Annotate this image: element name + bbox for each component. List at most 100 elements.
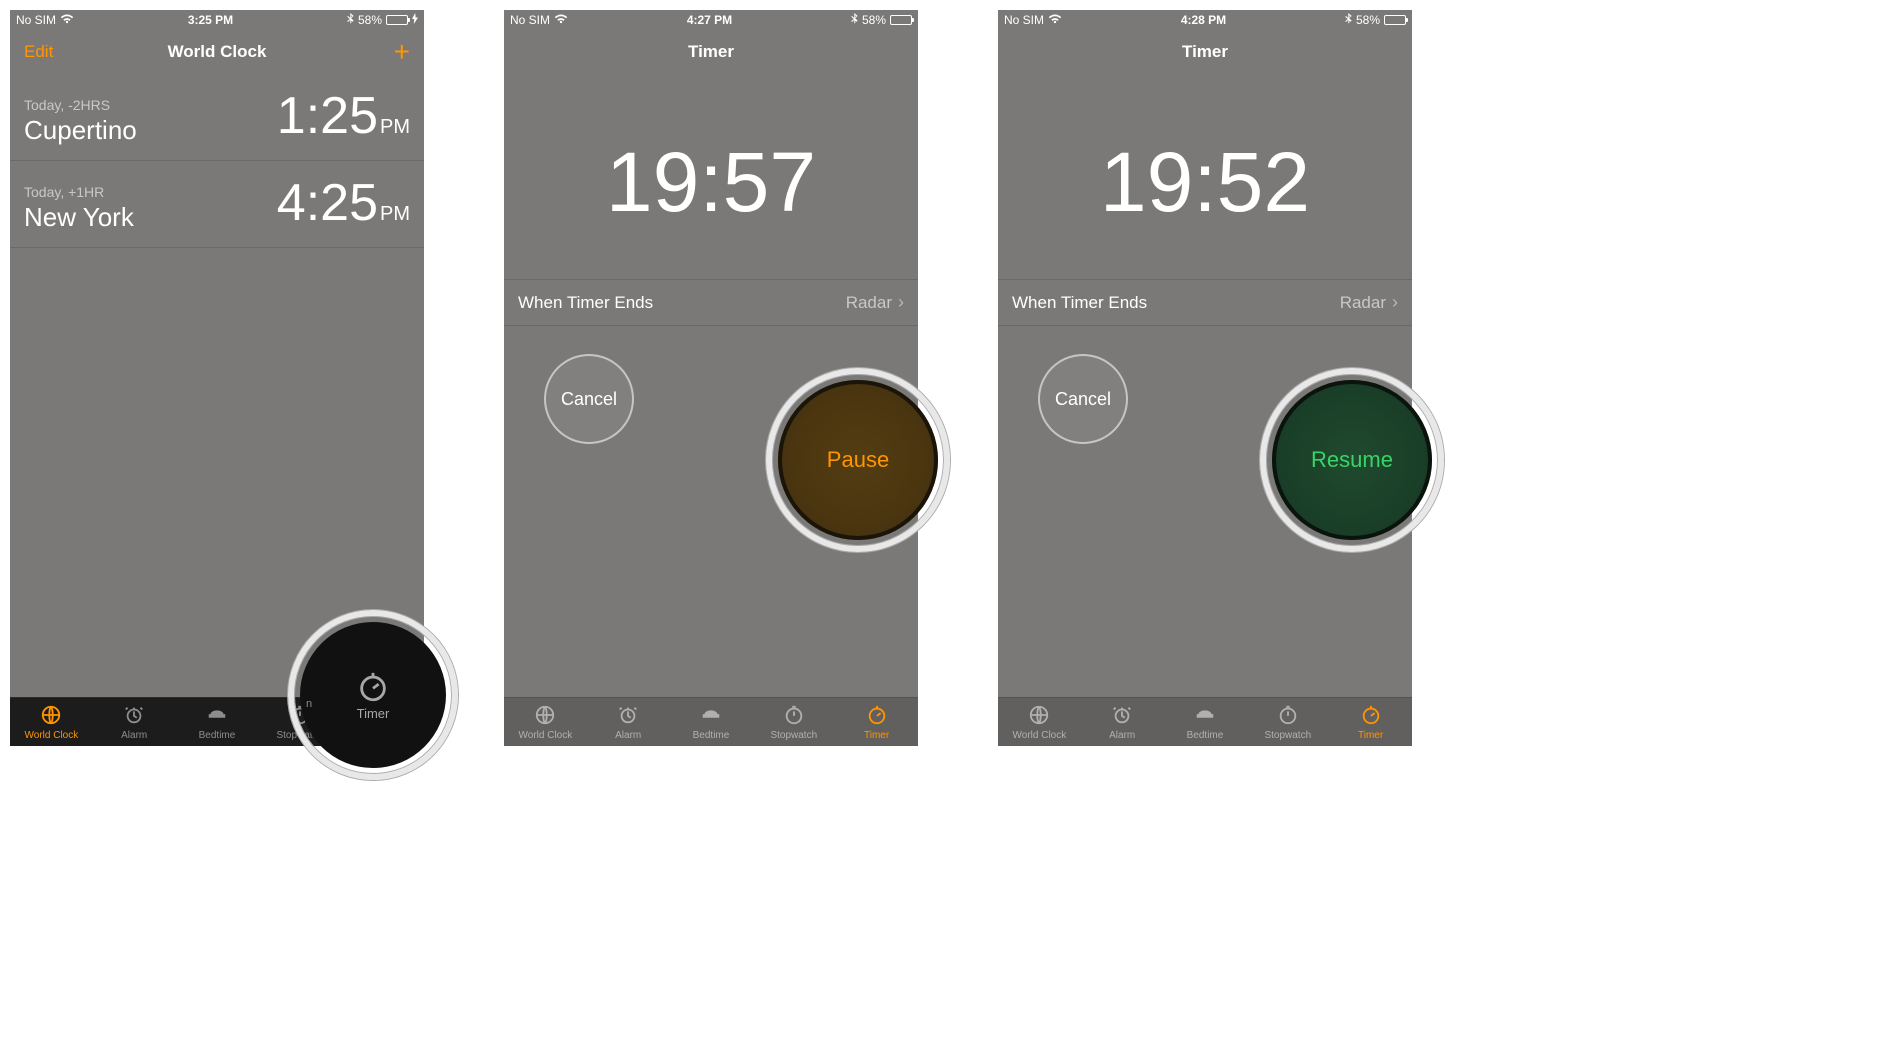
tab-timer[interactable]: Timer	[341, 698, 424, 746]
add-button[interactable]: +	[394, 38, 410, 66]
tab-label: Alarm	[615, 730, 641, 741]
tab-world-clock[interactable]: World Clock	[998, 698, 1081, 746]
when-timer-ends-row[interactable]: When Timer Ends Radar ›	[504, 279, 918, 326]
pause-button-placeholder	[788, 354, 878, 444]
world-clock-row[interactable]: Today, -2HRS Cupertino 1:25PM	[10, 74, 424, 161]
phone-world-clock: No SIM 3:25 PM 58% Edit World Clock + To…	[10, 10, 424, 746]
tab-bar: World Clock Alarm Bedtime Stopwatch Timer	[504, 697, 918, 746]
bluetooth-icon	[1345, 13, 1352, 28]
page-title: World Clock	[168, 42, 267, 62]
carrier-text: No SIM	[1004, 13, 1044, 27]
phone-timer-pause: No SIM 4:27 PM 58% Timer 19:57 When Time…	[504, 10, 918, 746]
city-name: Cupertino	[24, 115, 137, 146]
battery-icon	[890, 15, 912, 25]
resume-button-placeholder	[1282, 354, 1372, 444]
timer-countdown: 19:52	[998, 74, 1412, 279]
when-timer-ends-value: Radar	[1340, 293, 1386, 313]
tab-timer[interactable]: Timer	[835, 698, 918, 746]
world-clock-icon	[1027, 704, 1051, 729]
tab-label: Bedtime	[1187, 730, 1224, 741]
when-timer-ends-row[interactable]: When Timer Ends Radar ›	[998, 279, 1412, 326]
tab-bar: World Clock Alarm Bedtime Stopwatch Timer	[10, 697, 424, 746]
tab-label: Bedtime	[693, 730, 730, 741]
carrier-text: No SIM	[510, 13, 550, 27]
navbar: Edit World Clock +	[10, 30, 424, 74]
status-bar: No SIM 4:28 PM 58%	[998, 10, 1412, 30]
charging-icon	[412, 13, 418, 27]
stopwatch-icon	[1276, 704, 1300, 729]
tab-label: Stopwatch	[1264, 730, 1311, 741]
tab-alarm[interactable]: Alarm	[93, 698, 176, 746]
tab-bedtime[interactable]: Bedtime	[670, 698, 753, 746]
city-ampm: PM	[380, 203, 410, 226]
chevron-right-icon: ›	[898, 292, 904, 313]
tab-alarm[interactable]: Alarm	[1081, 698, 1164, 746]
highlight-lens-timer-tab: n Timer	[288, 610, 458, 780]
city-time: 4:25PM	[277, 173, 410, 233]
bluetooth-icon	[851, 13, 858, 28]
city-meta: Today, -2HRS	[24, 97, 137, 113]
alarm-icon	[122, 704, 146, 729]
phone-timer-resume: No SIM 4:28 PM 58% Timer 19:52 When Time…	[998, 10, 1412, 746]
tab-label: Alarm	[121, 730, 147, 741]
bedtime-icon	[1193, 704, 1217, 729]
tab-world-clock[interactable]: World Clock	[10, 698, 93, 746]
tab-label: Timer	[370, 730, 395, 741]
tab-label: World Clock	[519, 730, 573, 741]
status-bar: No SIM 3:25 PM 58%	[10, 10, 424, 30]
city-meta: Today, +1HR	[24, 184, 134, 200]
tab-stopwatch[interactable]: Stopwatch	[258, 698, 341, 746]
edit-button[interactable]: Edit	[24, 42, 53, 62]
wifi-icon	[60, 13, 74, 27]
tab-bedtime[interactable]: Bedtime	[1164, 698, 1247, 746]
tab-label: Timer	[1358, 730, 1383, 741]
timer-icon	[371, 704, 395, 729]
tab-label: World Clock	[25, 730, 79, 741]
wifi-icon	[1048, 13, 1062, 27]
bedtime-icon	[205, 704, 229, 729]
stopwatch-icon	[288, 704, 312, 729]
tab-label: Stopwatch	[276, 730, 323, 741]
when-timer-ends-label: When Timer Ends	[1012, 293, 1147, 313]
when-timer-ends-label: When Timer Ends	[518, 293, 653, 313]
timer-icon	[1359, 704, 1383, 729]
tab-label: World Clock	[1013, 730, 1067, 741]
cancel-button[interactable]: Cancel	[1038, 354, 1128, 444]
city-time: 1:25PM	[277, 86, 410, 146]
status-time: 4:27 PM	[687, 13, 732, 27]
status-time: 4:28 PM	[1181, 13, 1226, 27]
cancel-button[interactable]: Cancel	[544, 354, 634, 444]
world-clock-icon	[39, 704, 63, 729]
world-clock-row[interactable]: Today, +1HR New York 4:25PM	[10, 161, 424, 248]
tab-bedtime[interactable]: Bedtime	[176, 698, 259, 746]
tab-label: Alarm	[1109, 730, 1135, 741]
status-time: 3:25 PM	[188, 13, 233, 27]
navbar: Timer	[998, 30, 1412, 74]
alarm-icon	[1110, 704, 1134, 729]
battery-percent: 58%	[358, 13, 382, 27]
bluetooth-icon	[347, 13, 354, 28]
city-ampm: PM	[380, 116, 410, 139]
page-title: Timer	[1182, 42, 1228, 62]
timer-icon	[865, 704, 889, 729]
stopwatch-icon	[782, 704, 806, 729]
tab-stopwatch[interactable]: Stopwatch	[752, 698, 835, 746]
battery-percent: 58%	[862, 13, 886, 27]
tab-stopwatch[interactable]: Stopwatch	[1246, 698, 1329, 746]
tab-alarm[interactable]: Alarm	[587, 698, 670, 746]
world-clock-icon	[533, 704, 557, 729]
bedtime-icon	[699, 704, 723, 729]
battery-percent: 58%	[1356, 13, 1380, 27]
navbar: Timer	[504, 30, 918, 74]
tab-bar: World Clock Alarm Bedtime Stopwatch Timer	[998, 697, 1412, 746]
timer-countdown: 19:57	[504, 74, 918, 279]
chevron-right-icon: ›	[1392, 292, 1398, 313]
city-name: New York	[24, 202, 134, 233]
page-title: Timer	[688, 42, 734, 62]
tab-label: Timer	[864, 730, 889, 741]
tab-timer[interactable]: Timer	[1329, 698, 1412, 746]
tab-label: Bedtime	[199, 730, 236, 741]
tab-world-clock[interactable]: World Clock	[504, 698, 587, 746]
wifi-icon	[554, 13, 568, 27]
carrier-text: No SIM	[16, 13, 56, 27]
